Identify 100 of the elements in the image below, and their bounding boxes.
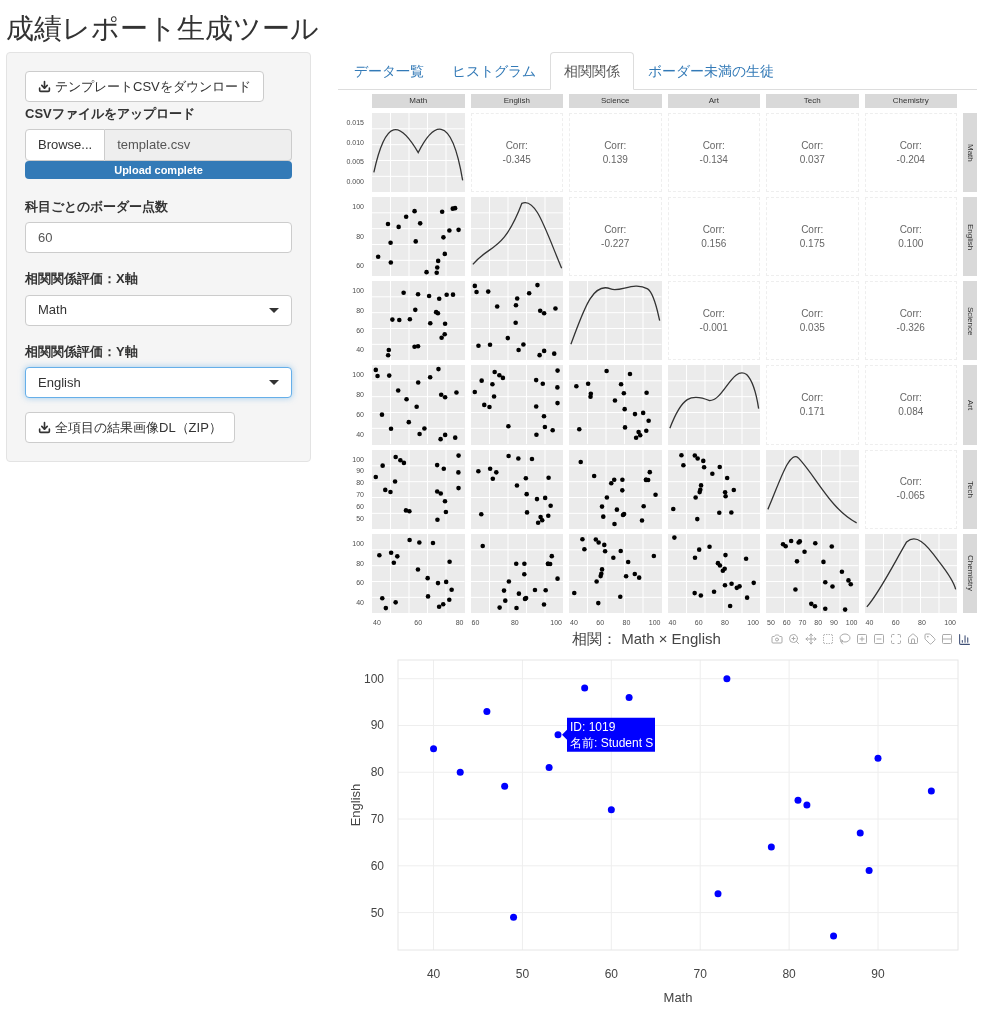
strip-label: Tech <box>766 94 859 108</box>
tick-label: 90 <box>370 718 384 733</box>
corr-value: -0.345 <box>502 152 531 167</box>
border-score-input[interactable]: 60 <box>25 222 292 253</box>
tick-label: 90 <box>871 967 885 981</box>
corr-value: 0.156 <box>701 236 727 251</box>
corr-value: -0.326 <box>896 320 925 335</box>
corr-label: Corr: <box>702 306 725 321</box>
strip-label: Chemistry <box>864 94 957 108</box>
file-name-field[interactable]: template.csv <box>105 128 292 161</box>
strip-label: English <box>470 94 563 108</box>
corr-label: Corr: <box>702 138 725 153</box>
data-point[interactable] <box>510 913 518 921</box>
data-point[interactable] <box>874 754 882 762</box>
corr-value: 0.084 <box>898 405 924 420</box>
data-point[interactable] <box>865 867 873 874</box>
download-icon <box>38 80 51 93</box>
corr-value: 0.035 <box>799 320 825 335</box>
corr-value: -0.134 <box>699 152 728 167</box>
data-point[interactable] <box>714 890 722 898</box>
corr-label: Corr: <box>801 222 824 237</box>
dropdown[interactable]: Math <box>25 294 292 326</box>
strip-label: Science <box>963 281 977 361</box>
chart-title: 相関： Math × English <box>572 628 721 649</box>
corr-label: Corr: <box>899 306 922 321</box>
data-point[interactable] <box>554 731 562 739</box>
dropdown[interactable]: English <box>25 367 292 398</box>
corr-value: 0.139 <box>602 152 628 167</box>
tick-label: 50 <box>370 905 384 920</box>
data-point[interactable] <box>856 829 864 837</box>
tab[interactable]: 相関関係 <box>550 52 634 90</box>
data-point[interactable] <box>803 801 811 809</box>
progress-text: Upload complete <box>113 162 204 178</box>
chart-logo-icon[interactable] <box>958 632 971 646</box>
caret-icon <box>269 307 279 313</box>
strip-label: Science <box>569 94 662 108</box>
download-button[interactable]: テンプレートCSVをダウンロード <box>25 71 264 102</box>
tick-label: 80 <box>370 765 384 780</box>
tick-label: 100 <box>363 671 384 686</box>
corr-label: Corr: <box>604 222 627 237</box>
field-label: 相関関係評価：Y軸 <box>25 342 139 361</box>
corr-value: 0.171 <box>799 405 825 420</box>
strip-label: Art <box>963 365 977 445</box>
page-title: 成績レポート生成ツール <box>6 12 320 46</box>
data-point[interactable] <box>625 693 633 701</box>
axis-title: English <box>348 783 363 827</box>
corr-label: Corr: <box>604 138 627 153</box>
corr-value: -0.204 <box>896 152 925 167</box>
corr-label: Corr: <box>505 138 528 153</box>
corr-label: Corr: <box>801 306 824 321</box>
tab[interactable]: データ一覧 <box>340 52 438 90</box>
corr-label: Corr: <box>899 138 922 153</box>
strip-label: Tech <box>963 449 977 529</box>
corr-label: Corr: <box>702 222 725 237</box>
strip-label: Art <box>667 94 760 108</box>
download-icon <box>38 421 51 434</box>
data-point[interactable] <box>767 843 775 851</box>
tick-label: 70 <box>370 812 384 827</box>
corr-label: Corr: <box>801 138 824 153</box>
tab[interactable]: ボーダー未満の生徒 <box>634 52 788 90</box>
browse-button[interactable]: Browse... <box>25 128 106 161</box>
tick-label: 50 <box>515 967 530 981</box>
hover-tooltip: ID: 1019 名前: Student S <box>562 717 655 752</box>
zip-download-button[interactable]: 全項目の結果画像DL（ZIP） <box>25 412 235 443</box>
strip-label: Math <box>372 94 465 108</box>
strip-label: Math <box>963 113 977 193</box>
data-point[interactable] <box>830 932 838 940</box>
tick-label: 70 <box>693 967 707 981</box>
data-point[interactable] <box>430 745 438 753</box>
corr-label: Corr: <box>899 222 922 237</box>
tab[interactable]: ヒストグラム <box>438 52 550 90</box>
data-point[interactable] <box>927 787 935 795</box>
data-point[interactable] <box>456 768 464 776</box>
corr-value: -0.001 <box>699 320 728 335</box>
corr-value: 0.037 <box>799 152 825 167</box>
field-label: CSVファイルをアップロード <box>25 105 196 123</box>
data-point[interactable] <box>545 764 553 772</box>
corr-label: Corr: <box>899 475 922 490</box>
data-point[interactable] <box>581 684 589 692</box>
tick-label: 60 <box>604 967 618 981</box>
tick-label: 60 <box>370 858 384 873</box>
corr-value: 0.175 <box>799 236 825 251</box>
data-point[interactable] <box>794 796 802 804</box>
data-point[interactable] <box>607 806 615 814</box>
data-point[interactable] <box>723 675 731 683</box>
data-point[interactable] <box>483 707 491 715</box>
axis-title: Math <box>663 990 693 1005</box>
field-label: 科目ごとのボーダー点数 <box>25 197 169 216</box>
caret-icon <box>269 380 279 385</box>
corr-value: 0.100 <box>898 236 924 251</box>
strip-label: English <box>963 197 977 277</box>
strip-label: Chemistry <box>963 533 977 613</box>
tick-label: 40 <box>426 967 441 981</box>
corr-value: -0.227 <box>601 236 630 251</box>
corr-label: Corr: <box>899 391 922 406</box>
corr-value: -0.065 <box>896 489 925 504</box>
data-point[interactable] <box>501 782 509 790</box>
corr-label: Corr: <box>801 391 824 406</box>
tick-label: 80 <box>782 967 796 981</box>
field-label: 相関関係評価：X軸 <box>25 270 139 288</box>
